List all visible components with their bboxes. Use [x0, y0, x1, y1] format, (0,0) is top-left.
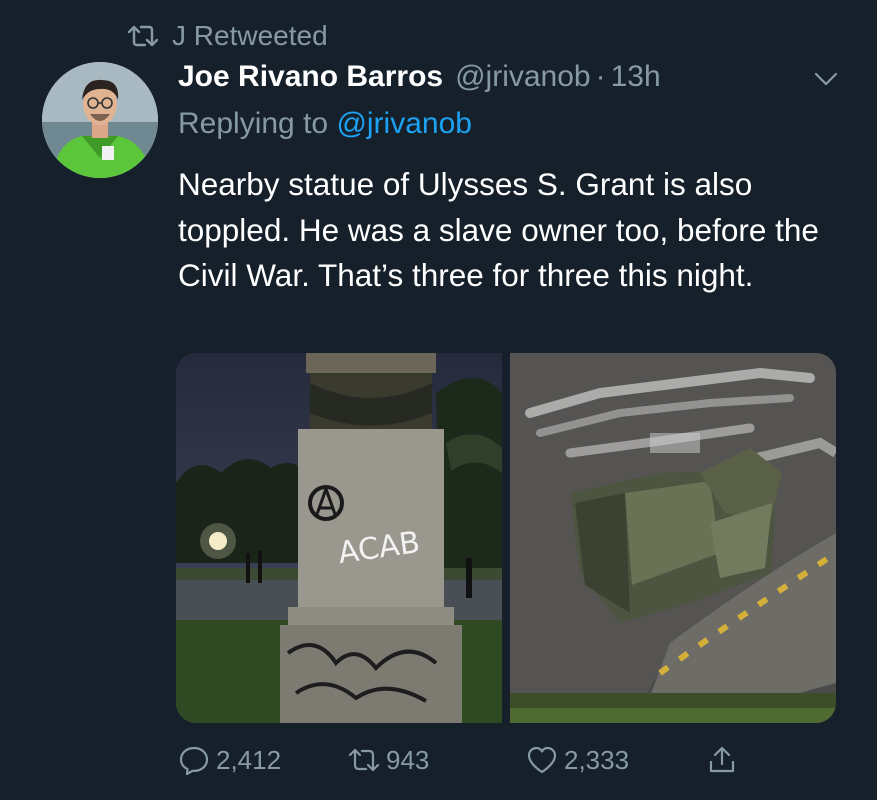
chevron-down-icon[interactable]	[813, 66, 839, 92]
reply-button[interactable]: 2,412	[178, 744, 281, 776]
retweeted-by-row[interactable]: J Retweeted	[128, 20, 328, 52]
retweet-count: 943	[386, 744, 430, 775]
replying-to-mention[interactable]: @jrivanob	[336, 107, 472, 140]
replying-to-line: Replying to @jrivanob	[178, 107, 472, 141]
retweeted-by-label: J Retweeted	[172, 20, 328, 51]
retweet-icon	[128, 25, 158, 47]
retweet-icon	[348, 748, 380, 772]
reply-count: 2,412	[216, 744, 282, 775]
tweet-text: Nearby statue of Ulysses S. Grant is als…	[178, 166, 819, 293]
share-icon	[709, 746, 735, 773]
retweet-button[interactable]: 943	[348, 744, 429, 776]
heart-icon	[527, 746, 557, 774]
replying-to-label: Replying to	[178, 107, 329, 140]
author-name[interactable]: Joe Rivano Barros	[178, 60, 443, 94]
tweet-time[interactable]: 13h	[611, 60, 661, 94]
avatar[interactable]	[42, 62, 158, 178]
share-button[interactable]	[706, 744, 738, 776]
statue-pedestal-photo[interactable]: ACAB	[176, 353, 502, 723]
like-count: 2,333	[564, 744, 630, 775]
toppled-statue-photo[interactable]	[510, 353, 836, 723]
author-handle[interactable]: @jrivanob	[455, 60, 591, 94]
separator-dot: ·	[595, 60, 606, 93]
tweet-header: Joe Rivano Barros @jrivanob · 13h	[178, 60, 847, 100]
like-button[interactable]: 2,333	[526, 744, 629, 776]
reply-icon	[179, 746, 209, 776]
tweet-actions: 2,412 943 2,333	[178, 740, 778, 780]
tweet-media[interactable]: ACAB	[176, 353, 836, 723]
